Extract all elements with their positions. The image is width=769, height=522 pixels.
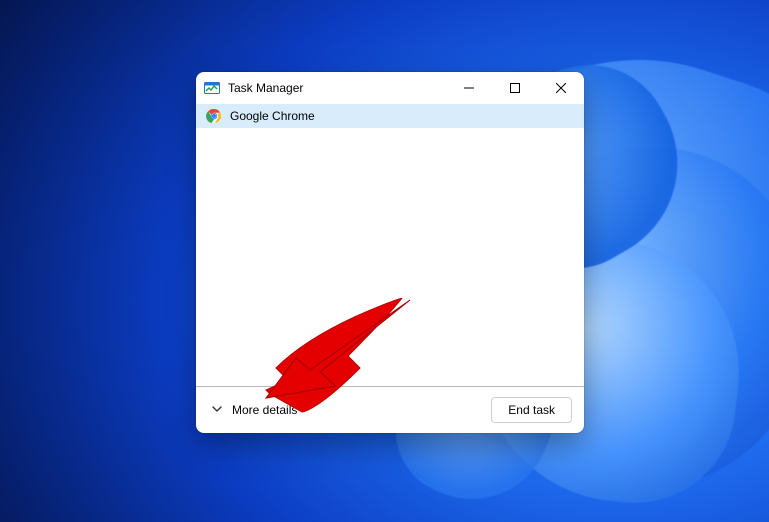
end-task-button[interactable]: End task [491, 397, 572, 423]
more-details-toggle[interactable]: More details [208, 398, 299, 423]
task-manager-app-icon [204, 80, 220, 96]
chevron-down-icon [210, 402, 224, 419]
process-list[interactable]: Google Chrome [196, 104, 584, 386]
maximize-button[interactable] [492, 72, 538, 104]
window-title: Task Manager [228, 81, 303, 95]
close-button[interactable] [538, 72, 584, 104]
process-name: Google Chrome [230, 109, 315, 123]
window-footer: More details End task [196, 386, 584, 433]
desktop-background: Task Manager [0, 0, 769, 522]
chrome-icon [206, 108, 222, 124]
titlebar[interactable]: Task Manager [196, 72, 584, 104]
minimize-button[interactable] [446, 72, 492, 104]
window-controls [446, 72, 584, 104]
process-row[interactable]: Google Chrome [196, 104, 584, 128]
task-manager-window[interactable]: Task Manager [196, 72, 584, 433]
more-details-label: More details [232, 403, 297, 417]
end-task-label: End task [508, 403, 555, 417]
